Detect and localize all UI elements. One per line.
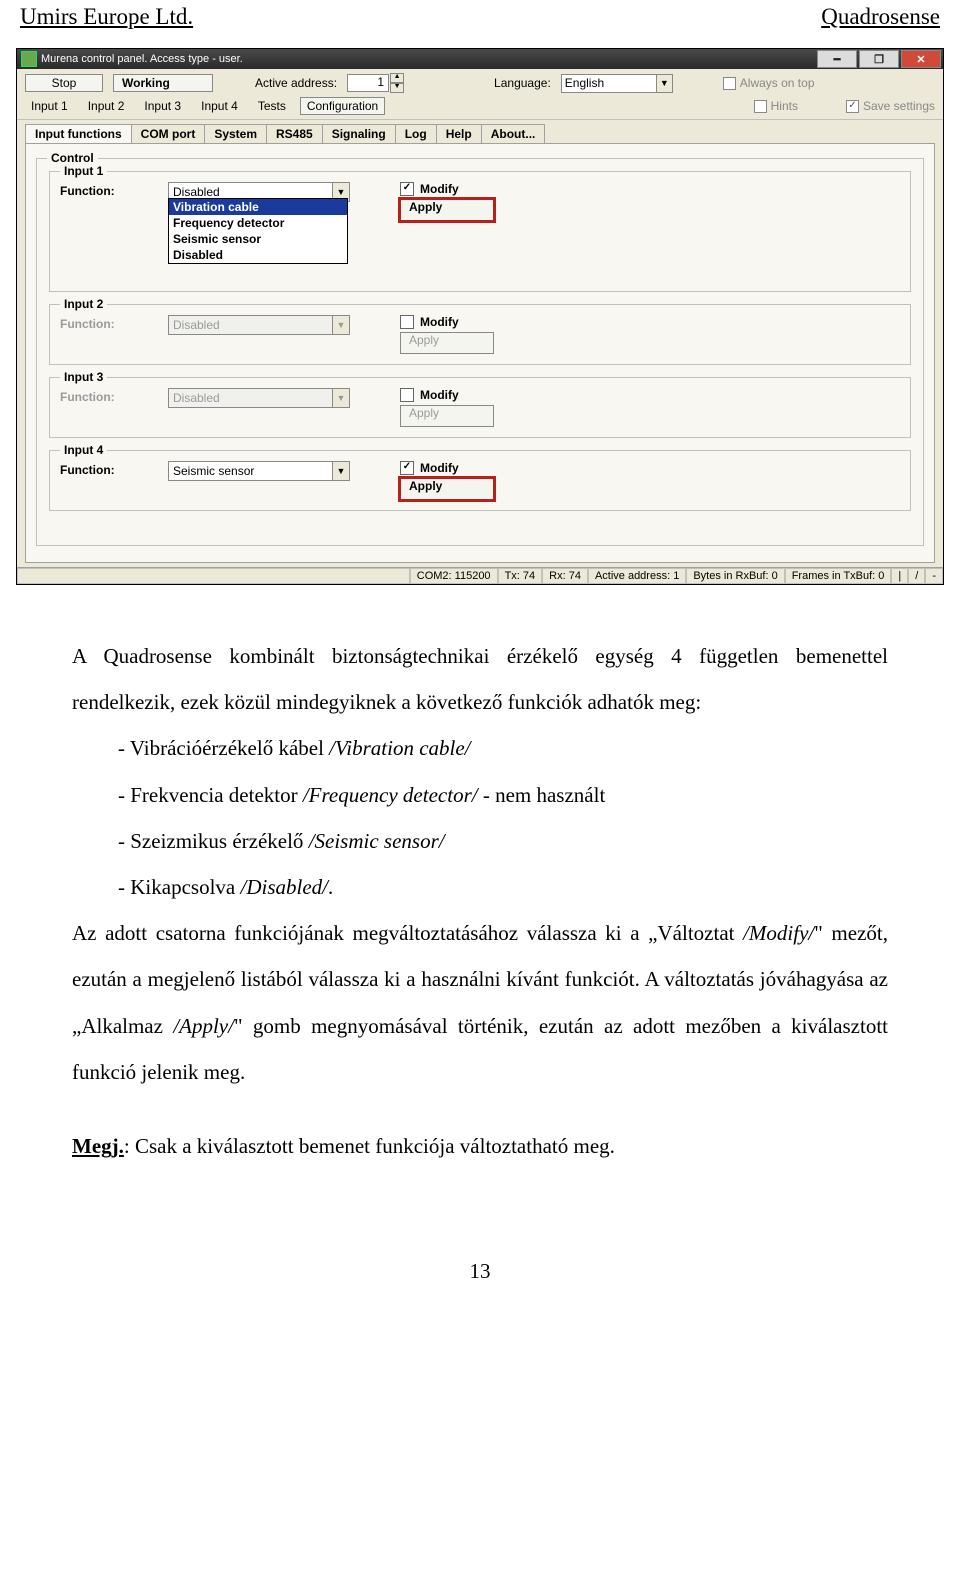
input-3-function-select: Disabled ▼ [168, 388, 350, 408]
option-frequency-detector[interactable]: Frequency detector [169, 215, 347, 231]
status-rx: Rx: 74 [542, 568, 588, 584]
menu-input-3[interactable]: Input 3 [138, 98, 187, 114]
status-bar: COM2: 115200 Tx: 74 Rx: 74 Active addres… [17, 567, 943, 584]
menu-tests[interactable]: Tests [252, 98, 292, 114]
tab-about[interactable]: About... [481, 124, 546, 143]
feature-list: Vibrációérzékelő kábel /Vibration cable/… [118, 725, 888, 910]
page-header: Umirs Europe Ltd. Quadrosense [0, 0, 960, 30]
status-tail-1: | [891, 568, 908, 584]
option-seismic-sensor[interactable]: Seismic sensor [169, 231, 347, 247]
option-vibration-cable[interactable]: Vibration cable [169, 199, 347, 215]
input-4-function-select[interactable]: Seismic sensor ▼ [168, 461, 350, 481]
input-2-function-select: Disabled ▼ [168, 315, 350, 335]
control-legend: Control [47, 151, 98, 165]
toolbar: Stop Working Active address: 1 ▲▼ Langua… [17, 69, 943, 120]
active-address-value[interactable]: 1 [347, 74, 389, 92]
tab-input-functions[interactable]: Input functions [25, 124, 132, 143]
panel: Control Input 1 Function: Disabled ▼ Mod… [25, 143, 935, 563]
menu-configuration[interactable]: Configuration [300, 97, 385, 115]
paragraph-2: Az adott csatorna funkciójának megváltoz… [72, 910, 888, 1095]
tab-rs485[interactable]: RS485 [266, 124, 323, 143]
function-label: Function: [60, 388, 156, 404]
list-item: Frekvencia detektor /Frequency detector/… [118, 772, 888, 818]
minimize-button[interactable]: ━ [817, 50, 857, 68]
status-tx: Tx: 74 [498, 568, 543, 584]
function-label: Function: [60, 315, 156, 331]
always-on-top-checkbox[interactable]: Always on top [723, 76, 815, 90]
chevron-down-icon: ▼ [332, 462, 349, 480]
status-tail-3: - [925, 568, 943, 584]
hints-checkbox[interactable]: Hints [754, 99, 798, 113]
subtab-bar: Input functions COM port System RS485 Si… [17, 120, 943, 143]
app-icon [21, 51, 37, 67]
close-button[interactable]: ✕ [901, 50, 941, 68]
window-title: Murena control panel. Access type - user… [41, 53, 243, 65]
input-1-modify-checkbox[interactable]: Modify [400, 182, 494, 196]
list-item: Vibrációérzékelő kábel /Vibration cable/ [118, 725, 888, 771]
active-address-label: Active address: [255, 76, 337, 90]
input-2-apply-button: Apply [400, 332, 494, 354]
menu-input-4[interactable]: Input 4 [195, 98, 244, 114]
header-right: Quadrosense [821, 4, 940, 30]
tab-signaling[interactable]: Signaling [322, 124, 396, 143]
header-left: Umirs Europe Ltd. [20, 4, 193, 30]
function-label: Function: [60, 461, 156, 477]
language-value: English [562, 76, 656, 90]
language-label: Language: [494, 76, 551, 90]
maximize-button[interactable]: ❐ [859, 50, 899, 68]
input-3-group: Input 3 Function: Disabled ▼ Modify Appl… [49, 377, 911, 438]
input-1-function-dropdown[interactable]: Vibration cable Frequency detector Seism… [168, 198, 348, 264]
note-label: Megj. [72, 1134, 124, 1158]
stop-button[interactable]: Stop [25, 74, 103, 92]
status-tail-2: / [908, 568, 925, 584]
page-number: 13 [0, 1259, 960, 1284]
menu-input-1[interactable]: Input 1 [25, 98, 74, 114]
status-rxbuf: Bytes in RxBuf: 0 [686, 568, 784, 584]
input-4-group: Input 4 Function: Seismic sensor ▼ Modif… [49, 450, 911, 511]
input-4-apply-button[interactable]: Apply [400, 478, 494, 500]
app-window: Murena control panel. Access type - user… [16, 48, 944, 585]
control-group: Control Input 1 Function: Disabled ▼ Mod… [36, 158, 924, 546]
list-item: Szeizmikus érzékelő /Seismic sensor/ [118, 818, 888, 864]
input-1-group: Input 1 Function: Disabled ▼ Modify Appl… [49, 171, 911, 292]
chevron-down-icon: ▼ [656, 75, 672, 92]
option-disabled[interactable]: Disabled [169, 247, 347, 263]
paragraph-1: A Quadrosense kombinált biztonságtechnik… [72, 633, 888, 725]
input-2-group: Input 2 Function: Disabled ▼ Modify Appl… [49, 304, 911, 365]
function-label: Function: [60, 182, 156, 198]
input-4-legend: Input 4 [60, 443, 107, 457]
tab-system[interactable]: System [204, 124, 267, 143]
working-button[interactable]: Working [113, 74, 213, 92]
chevron-down-icon: ▼ [332, 316, 349, 334]
input-2-legend: Input 2 [60, 297, 107, 311]
input-3-apply-button: Apply [400, 405, 494, 427]
active-address-spinner[interactable]: ▲▼ [390, 73, 404, 93]
status-txbuf: Frames in TxBuf: 0 [785, 568, 892, 584]
input-4-modify-checkbox[interactable]: Modify [400, 461, 494, 475]
list-item: Kikapcsolva /Disabled/. [118, 864, 888, 910]
input-2-modify-checkbox[interactable]: Modify [400, 315, 494, 329]
tab-com-port[interactable]: COM port [131, 124, 206, 143]
note: Megj.: Csak a kiválasztott bemenet funkc… [72, 1123, 888, 1169]
status-com: COM2: 115200 [410, 568, 498, 584]
menu-input-2[interactable]: Input 2 [82, 98, 131, 114]
language-combo[interactable]: English ▼ [561, 74, 673, 93]
titlebar: Murena control panel. Access type - user… [17, 49, 943, 69]
input-3-modify-checkbox[interactable]: Modify [400, 388, 494, 402]
input-1-apply-button[interactable]: Apply [400, 199, 494, 221]
tab-help[interactable]: Help [436, 124, 482, 143]
chevron-down-icon: ▼ [332, 389, 349, 407]
active-address-input[interactable]: 1 ▲▼ [347, 73, 404, 93]
document-body: A Quadrosense kombinált biztonságtechnik… [72, 633, 888, 1169]
save-settings-checkbox[interactable]: Save settings [846, 99, 935, 113]
tab-log[interactable]: Log [395, 124, 437, 143]
status-addr: Active address: 1 [588, 568, 686, 584]
input-1-legend: Input 1 [60, 164, 107, 178]
input-3-legend: Input 3 [60, 370, 107, 384]
